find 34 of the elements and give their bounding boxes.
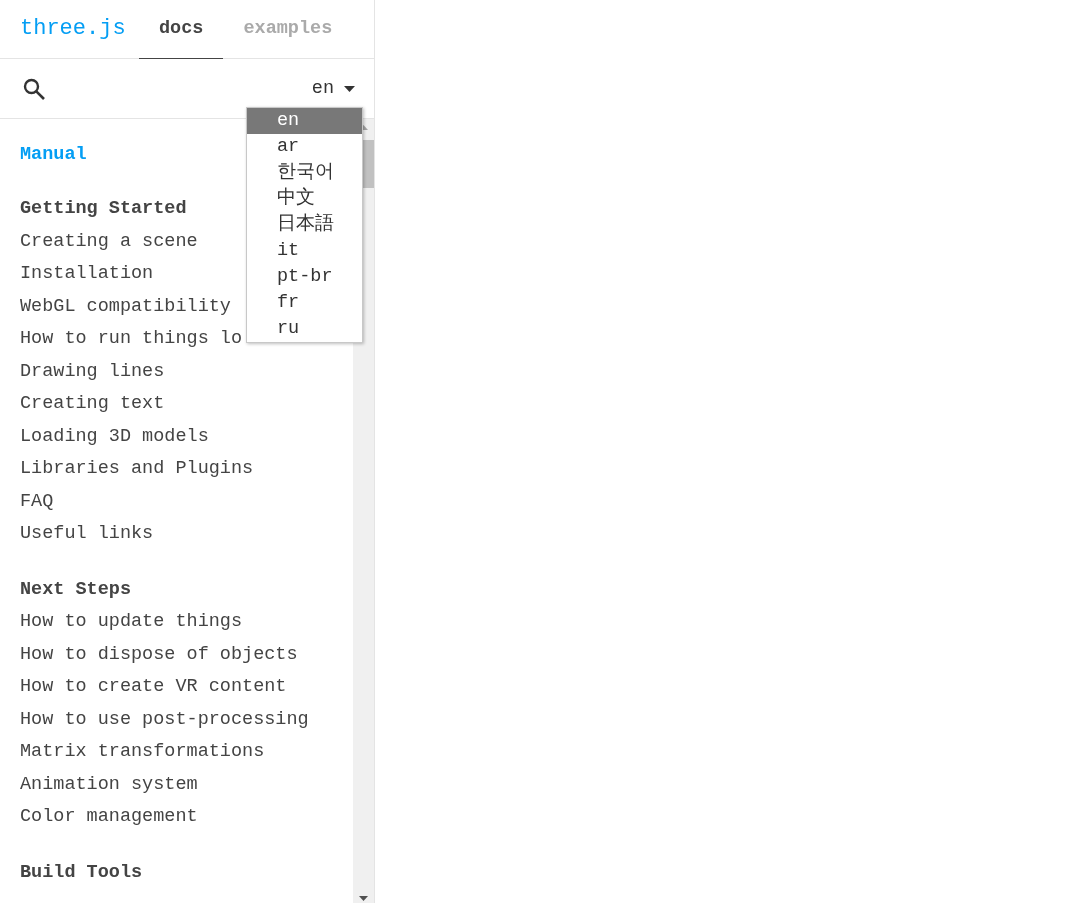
language-option[interactable]: 한국어: [247, 160, 362, 186]
nav-link[interactable]: Creating a scene: [20, 225, 198, 258]
nav-link[interactable]: Loading 3D models: [20, 420, 209, 453]
language-select[interactable]: en: [311, 78, 355, 99]
section-heading: Build Tools: [20, 860, 143, 885]
nav-link[interactable]: Creating text: [20, 388, 165, 421]
nav-link[interactable]: FAQ: [20, 485, 54, 518]
nav-link[interactable]: Drawing lines: [20, 355, 165, 388]
nav-tab[interactable]: docs: [139, 0, 224, 59]
nav-link[interactable]: How to dispose of objects: [20, 638, 298, 671]
nav-link[interactable]: Color management: [20, 801, 198, 834]
language-option[interactable]: 中文: [247, 186, 362, 212]
language-option[interactable]: ar: [247, 134, 362, 160]
scroll-down-icon[interactable]: [359, 896, 368, 901]
language-option[interactable]: fr: [247, 290, 362, 316]
search-icon[interactable]: [22, 76, 46, 101]
language-option[interactable]: pt-br: [247, 264, 362, 290]
nav-link[interactable]: How to use post-processing: [20, 703, 309, 736]
nav-link[interactable]: Libraries and Plugins: [20, 453, 254, 486]
caret-icon: [344, 85, 355, 92]
language-option[interactable]: ru: [247, 316, 362, 342]
nav-link[interactable]: How to update things: [20, 606, 243, 639]
nav-link[interactable]: Useful links: [20, 518, 154, 551]
nav-link[interactable]: How to create VR content: [20, 671, 287, 704]
nav-link[interactable]: Matrix transformations: [20, 736, 265, 769]
language-option[interactable]: 日本語: [247, 212, 362, 238]
nav-link[interactable]: WebGL compatibility: [20, 290, 231, 323]
section-heading: Getting Started: [20, 197, 187, 221]
language-option[interactable]: it: [247, 238, 362, 264]
nav-link[interactable]: Animation system: [20, 768, 198, 801]
nav-link[interactable]: Installation: [20, 258, 154, 291]
language-option[interactable]: en: [247, 108, 362, 134]
nav-link[interactable]: How to run things lo: [20, 323, 243, 356]
section-heading: Next Steps: [20, 577, 132, 602]
